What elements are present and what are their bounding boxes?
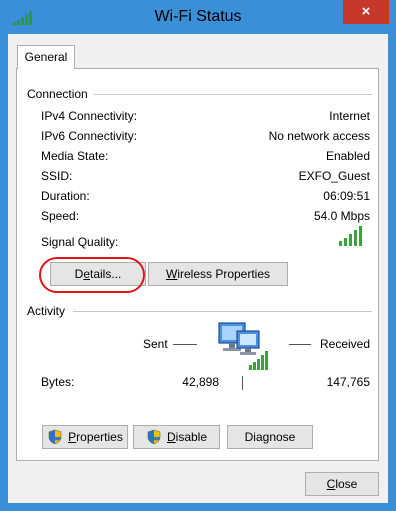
signal-quality-label: Signal Quality: xyxy=(41,235,119,249)
uac-shield-icon xyxy=(147,429,161,445)
bytes-label: Bytes: xyxy=(41,375,75,389)
ipv6-label: IPv6 Connectivity: xyxy=(41,129,138,143)
properties-button-label: Properties xyxy=(68,430,123,444)
close-button-label: Close xyxy=(326,477,358,491)
details-highlight-ring xyxy=(39,257,145,293)
uac-shield-icon xyxy=(48,429,62,445)
bytes-received-value: 147,765 xyxy=(326,375,370,389)
properties-button[interactable]: Properties xyxy=(42,425,128,449)
duration-label: Duration: xyxy=(41,189,90,203)
ipv4-label: IPv4 Connectivity: xyxy=(41,109,138,123)
connection-group-divider xyxy=(87,94,372,95)
connection-group-label: Connection xyxy=(27,87,94,101)
ssid-label: SSID: xyxy=(41,169,73,183)
wireless-properties-button[interactable]: Wireless Properties xyxy=(148,262,288,286)
dialog-client-area: General Connection IPv4 Connectivity: In… xyxy=(8,34,388,503)
activity-group-divider xyxy=(73,311,372,312)
received-label: Received xyxy=(320,337,371,351)
close-window-button[interactable]: × xyxy=(343,0,389,24)
window-title: Wi-Fi Status xyxy=(154,8,242,25)
duration-value: 06:09:51 xyxy=(323,189,370,203)
sent-connector xyxy=(173,344,197,345)
wifi-status-window: Wi-Fi Status × General Connection IPv4 C… xyxy=(0,0,396,511)
diagnose-button-label: Diagnose xyxy=(244,430,296,444)
activity-group-label: Activity xyxy=(27,304,72,318)
speed-label: Speed: xyxy=(41,209,80,223)
disable-button-label: Disable xyxy=(166,430,208,444)
media-state-label: Media State: xyxy=(41,149,109,163)
tab-general[interactable]: General xyxy=(17,45,75,69)
media-state-value: Enabled xyxy=(325,149,370,163)
received-connector xyxy=(289,344,311,345)
speed-value: 54.0 Mbps xyxy=(313,209,370,223)
ssid-value: EXFO_Guest xyxy=(298,169,370,183)
disable-button[interactable]: Disable xyxy=(133,425,220,449)
network-computers-icon xyxy=(218,322,268,370)
title-bar[interactable]: Wi-Fi Status × xyxy=(0,0,396,34)
diagnose-button[interactable]: Diagnose xyxy=(227,425,313,449)
bytes-sent-value: 42,898 xyxy=(182,375,219,389)
signal-quality-icon xyxy=(339,226,362,246)
ipv6-value: No network access xyxy=(268,129,370,143)
activity-divider-line xyxy=(242,376,243,390)
wireless-properties-label: Wireless Properties xyxy=(165,267,271,281)
close-button[interactable]: Close xyxy=(305,472,379,496)
ipv4-value: Internet xyxy=(329,109,370,123)
sent-label: Sent xyxy=(143,337,168,351)
